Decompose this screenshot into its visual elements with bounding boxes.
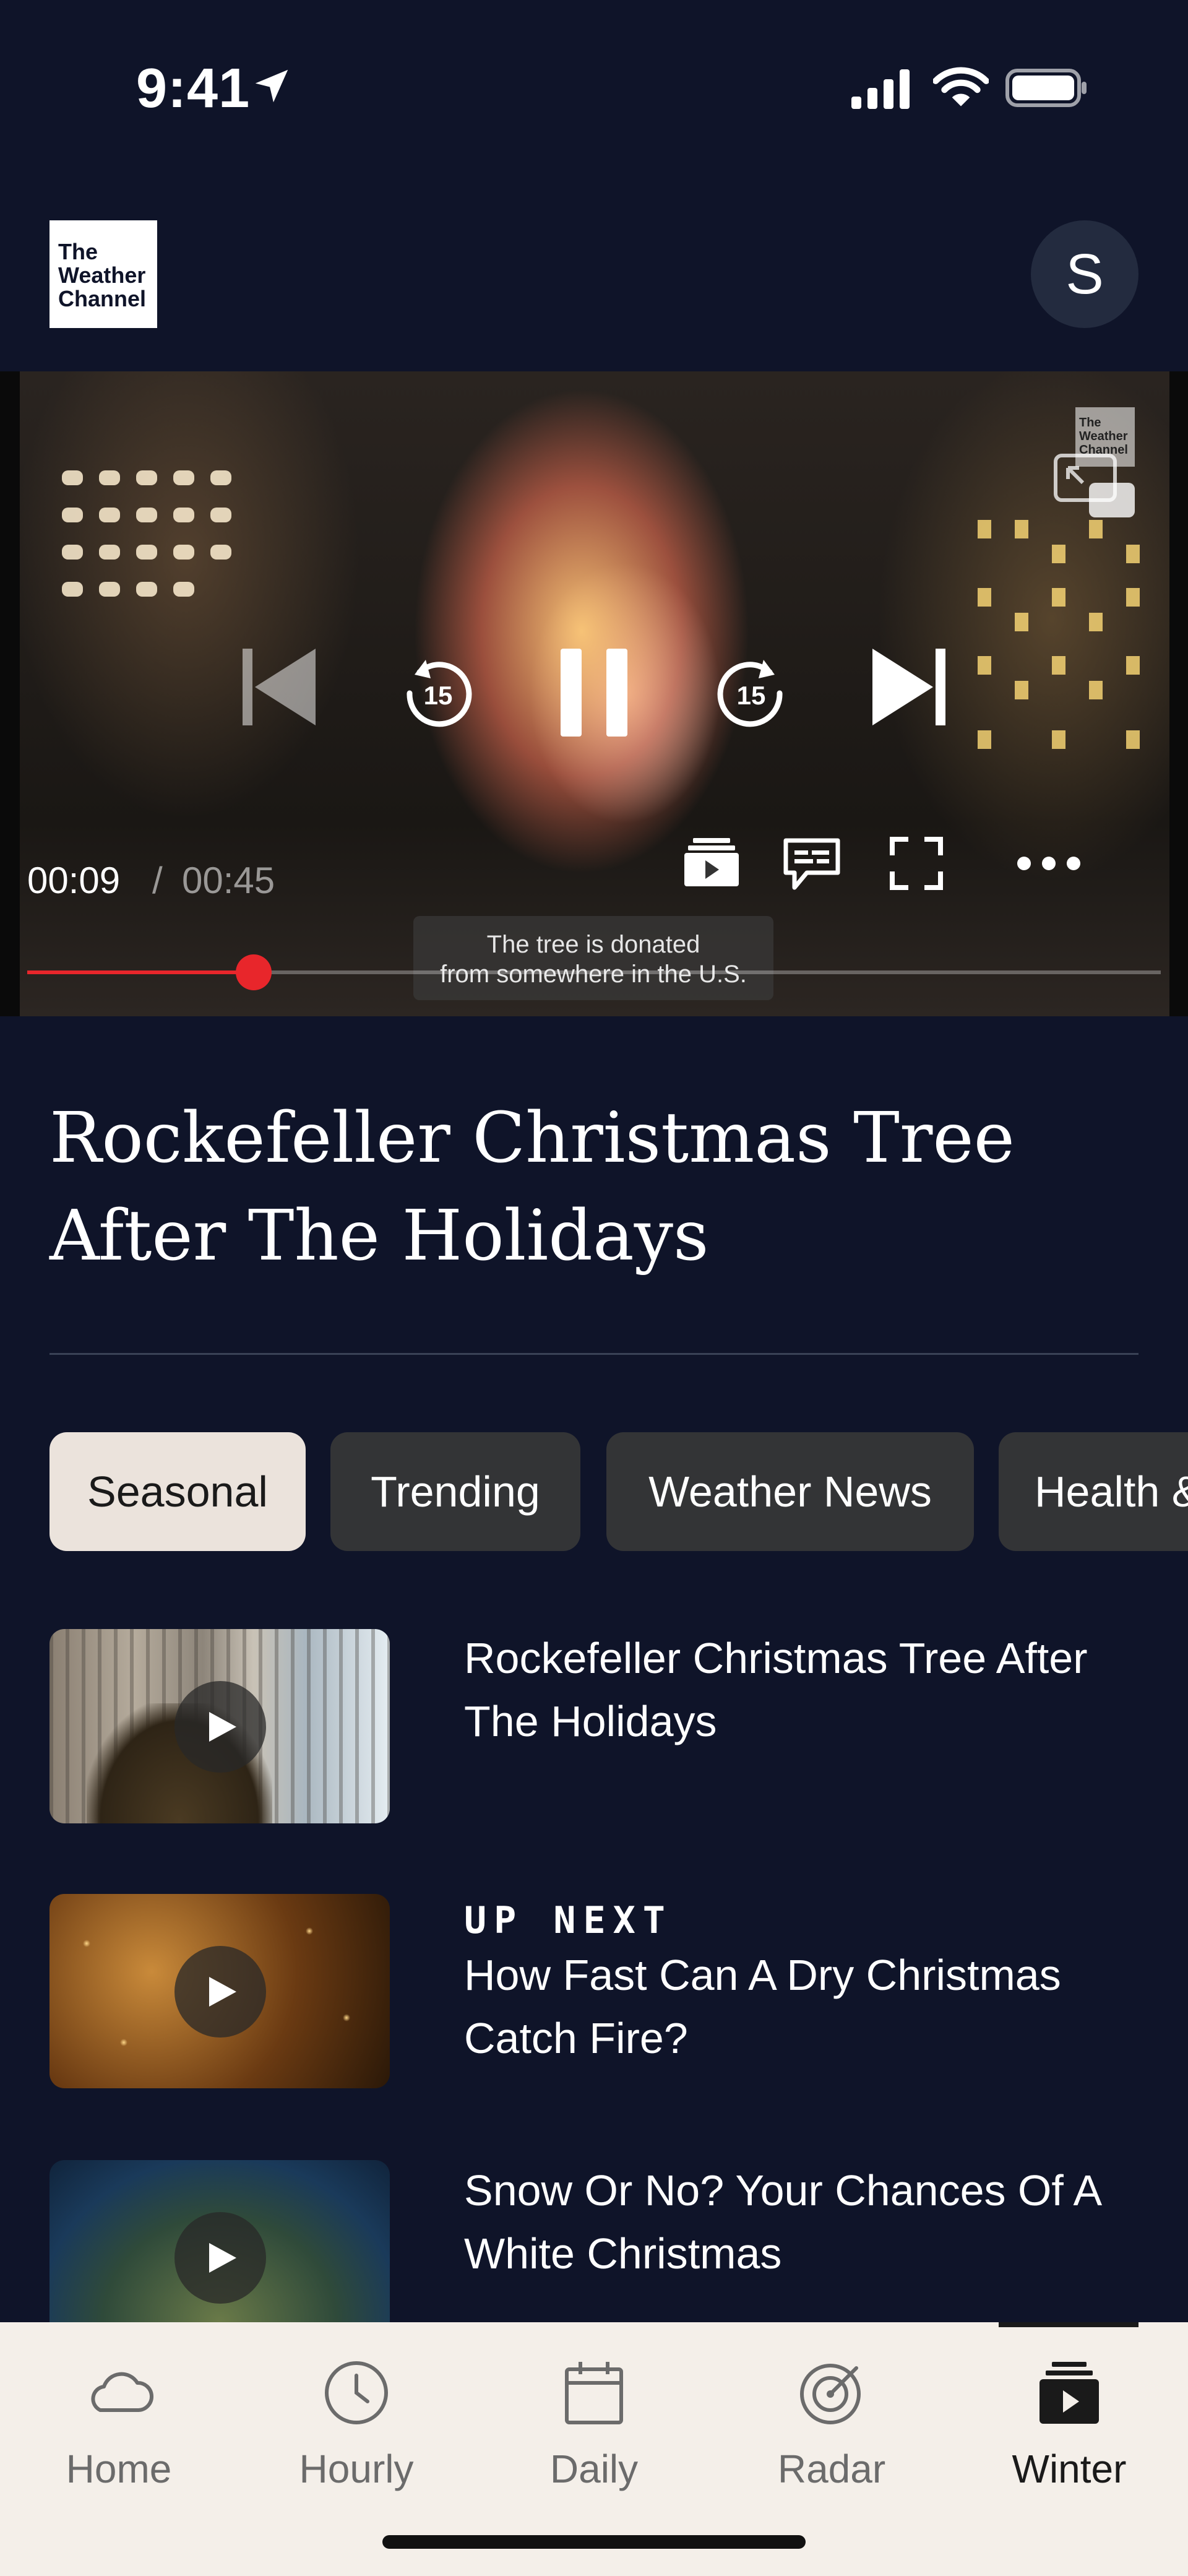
video-letterbox-left (0, 371, 20, 1016)
total-time: 00:45 (182, 860, 275, 901)
playlist-item-title[interactable]: Rockefeller Christmas Tree After The Hol… (464, 1627, 1151, 1753)
weather-channel-logo[interactable]: The Weather Channel (50, 220, 157, 328)
playlist-item-title[interactable]: Snow Or No? Your Chances Of A White Chri… (464, 2159, 1151, 2285)
divider (50, 1353, 1138, 1355)
chip-trending[interactable]: Trending (330, 1432, 580, 1551)
tab-hourly[interactable]: Hourly (264, 2322, 449, 2508)
tab-radar[interactable]: Radar (739, 2322, 924, 2508)
calendar-icon (565, 2362, 623, 2424)
play-icon (209, 1977, 236, 2007)
avatar-initial: S (1065, 242, 1104, 306)
cellular-signal-icon (851, 69, 910, 109)
previous-icon[interactable] (239, 644, 319, 730)
building-windows-right (978, 520, 1140, 749)
play-icon (209, 2243, 236, 2273)
more-options-icon[interactable] (1015, 854, 1083, 873)
thumbnail-dry-christmas[interactable] (50, 1894, 390, 2088)
video-stack-icon (1040, 2362, 1099, 2424)
progress-scrubber[interactable] (236, 954, 272, 990)
cloud-icon (91, 2372, 153, 2412)
rewind-15-icon[interactable]: 15 (401, 656, 475, 730)
pause-icon[interactable] (558, 646, 630, 739)
play-icon (209, 1712, 236, 1742)
profile-avatar[interactable]: S (1031, 220, 1138, 328)
home-indicator (382, 2535, 806, 2549)
play-button[interactable] (174, 1946, 266, 2038)
tab-daily[interactable]: Daily (501, 2322, 687, 2508)
svg-text:15: 15 (737, 681, 766, 710)
progress-fill (27, 970, 254, 974)
tab-home[interactable]: Home (26, 2322, 212, 2508)
chip-health[interactable]: Health & (999, 1432, 1188, 1551)
forward-15-icon[interactable]: 15 (714, 656, 788, 730)
clock-icon (325, 2361, 388, 2424)
playlist-item-title[interactable]: How Fast Can A Dry Christmas Catch Fire? (464, 1943, 1151, 2070)
fullscreen-icon[interactable] (890, 837, 943, 890)
radar-icon (800, 2364, 861, 2424)
battery-icon (1005, 69, 1087, 107)
thumbnail-white-christmas[interactable] (50, 2160, 390, 2322)
chip-seasonal[interactable]: Seasonal (50, 1432, 306, 1551)
picture-in-picture-icon[interactable] (1052, 452, 1138, 520)
location-arrow-icon (255, 69, 288, 103)
closed-captions-icon[interactable] (781, 837, 843, 894)
chip-weather-news[interactable]: Weather News (606, 1432, 974, 1551)
tab-winter[interactable]: Winter (976, 2322, 1162, 2508)
next-icon[interactable] (869, 644, 949, 730)
status-time: 9:41 (136, 58, 251, 119)
video-caption: The tree is donated from somewhere in th… (413, 916, 773, 1000)
video-letterbox-right (1169, 371, 1188, 1016)
svg-text:15: 15 (424, 681, 453, 710)
playlist-video-icon[interactable] (683, 836, 740, 888)
up-next-label: UP NEXT (464, 1899, 673, 1942)
play-button[interactable] (174, 2212, 266, 2304)
wifi-icon (933, 67, 989, 106)
video-title: Rockefeller Christmas Tree After The Hol… (50, 1098, 1015, 1276)
thumbnail-rockefeller[interactable] (50, 1629, 390, 1823)
play-button[interactable] (174, 1681, 266, 1773)
current-time: 00:09 (27, 860, 121, 901)
time-separator: / (152, 860, 163, 901)
